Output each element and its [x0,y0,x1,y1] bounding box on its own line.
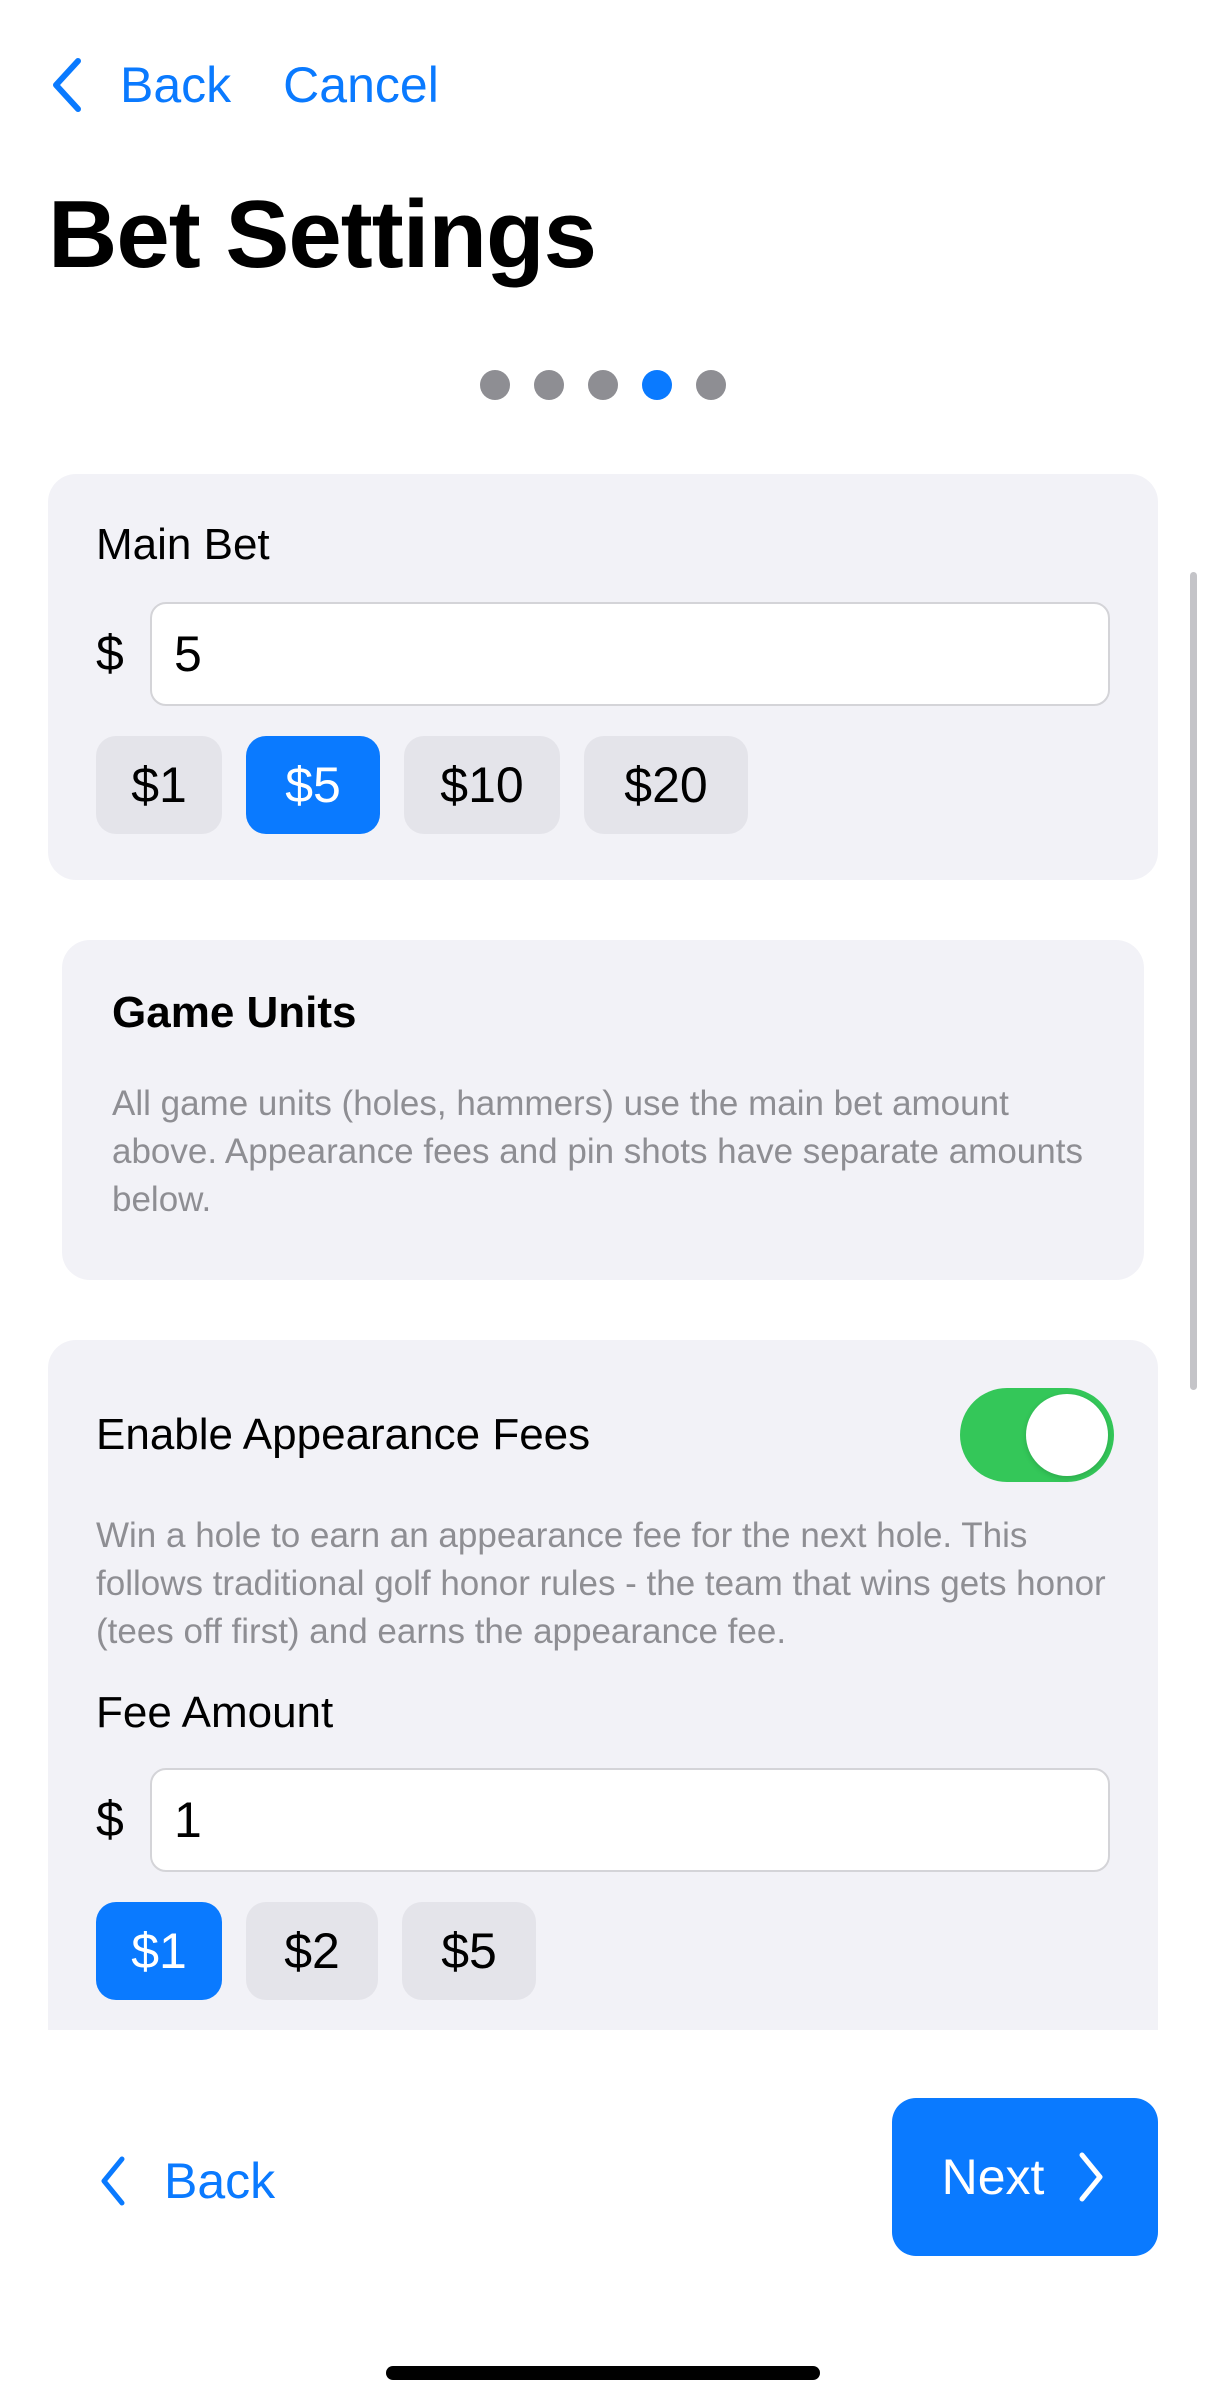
step-dot-2 [534,370,564,400]
next-label: Next [941,2149,1045,2205]
fee-amount-presets: $1 $2 $5 [96,1902,536,2000]
appearance-fees-toggle-label: Enable Appearance Fees [96,1410,591,1459]
main-bet-preset-5[interactable]: $5 [246,736,380,834]
cancel-button[interactable]: Cancel [283,56,439,114]
main-bet-input[interactable]: 5 [150,602,1110,706]
fee-amount-currency: $ [96,1791,124,1847]
game-units-description: All game units (holes, hammers) use the … [112,1084,1083,1219]
main-bet-presets: $1 $5 $10 $20 [96,736,748,834]
fee-amount-input[interactable]: 1 [150,1768,1110,1872]
top-nav: Back Cancel [48,52,439,118]
page-title: Bet Settings [48,181,597,288]
main-bet-preset-10[interactable]: $10 [404,736,560,834]
chevron-left-icon [48,55,88,115]
scrollbar[interactable] [1190,572,1197,1390]
main-bet-label: Main Bet [96,520,270,569]
appearance-fees-description: Win a hole to earn an appearance fee for… [96,1516,1106,1651]
fee-preset-2[interactable]: $2 [246,1902,378,2000]
home-indicator [386,2366,820,2380]
step-dot-3 [588,370,618,400]
step-dot-4 [642,370,672,400]
footer-back-button[interactable]: Back [96,2146,275,2216]
modal-sheet: Back Cancel Bet Settings Main Bet $ 5 $1… [0,0,1206,2406]
step-dot-5 [696,370,726,400]
appearance-fees-toggle[interactable] [960,1388,1114,1482]
game-units-card: Game Units All game units (holes, hammer… [62,940,1144,1280]
footer-back-label: Back [164,2153,276,2209]
top-back-label: Back [120,57,232,113]
top-back-button[interactable]: Back [48,55,231,115]
step-indicator [0,370,1206,400]
main-bet-preset-1[interactable]: $1 [96,736,222,834]
chevron-left-icon [96,2153,130,2209]
chevron-right-icon [1074,2149,1108,2205]
main-bet-card: Main Bet $ 5 $1 $5 $10 $20 [48,474,1158,880]
game-units-title: Game Units [112,988,357,1037]
main-bet-preset-20[interactable]: $20 [584,736,748,834]
fee-preset-5[interactable]: $5 [402,1902,536,2000]
fee-amount-label: Fee Amount [96,1688,334,1737]
fee-preset-1[interactable]: $1 [96,1902,222,2000]
appearance-fees-card: Enable Appearance Fees Win a hole to ear… [48,1340,1158,2030]
next-button[interactable]: Next [892,2098,1158,2256]
main-bet-currency: $ [96,625,124,681]
toggle-knob [1026,1394,1108,1476]
step-dot-1 [480,370,510,400]
